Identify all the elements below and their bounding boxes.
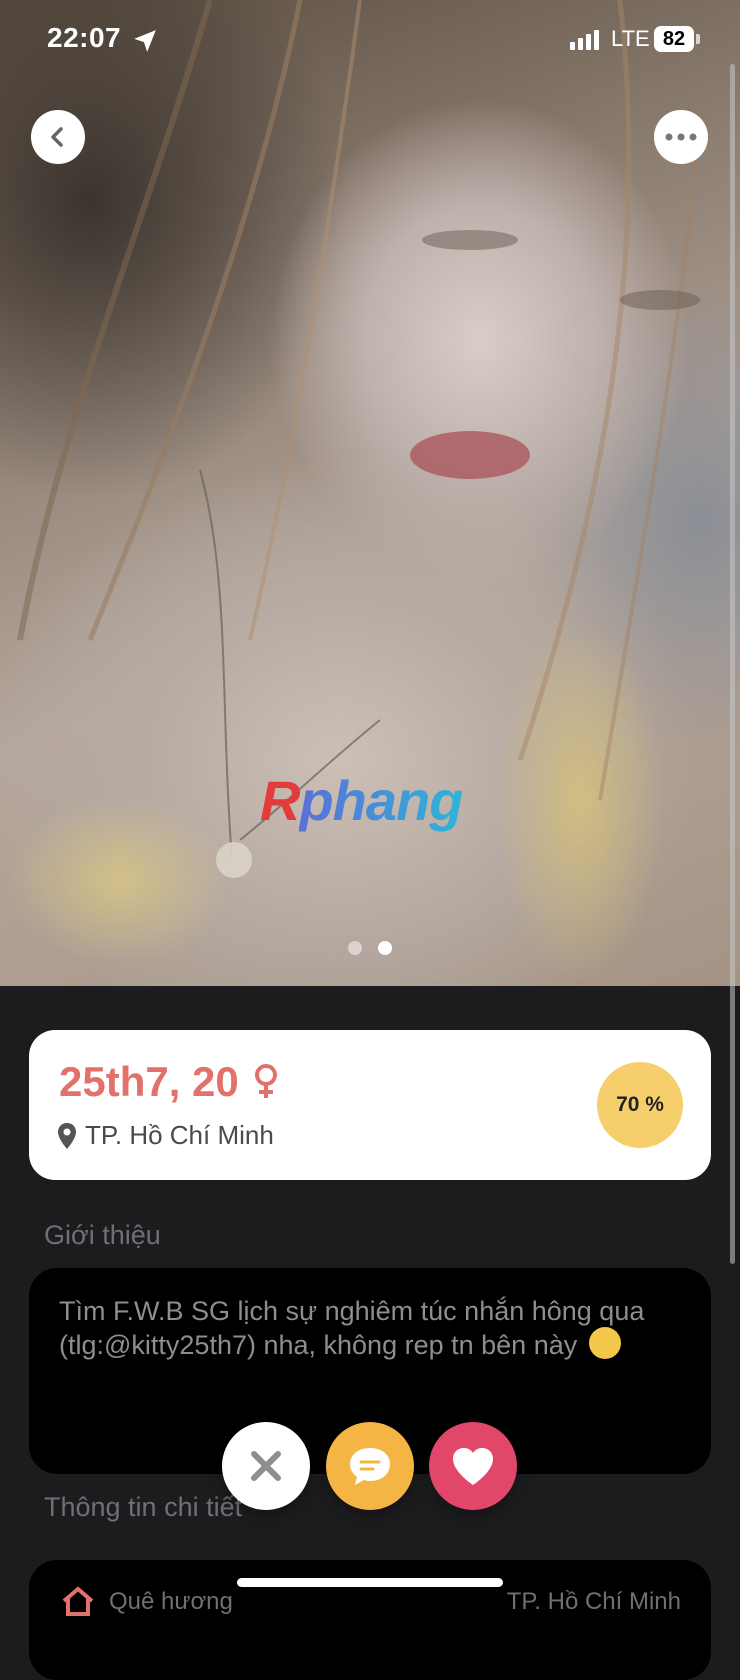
pleading-face-emoji-icon: [588, 1326, 621, 1359]
profile-name-age: 25th7, 20: [59, 1058, 239, 1105]
match-percent-badge: 70 %: [597, 1062, 683, 1148]
dislike-button[interactable]: [222, 1422, 310, 1510]
profile-name-row: 25th7, 20: [59, 1058, 279, 1106]
battery-tip: [696, 34, 700, 44]
chevron-left-icon: [51, 127, 63, 147]
intro-text-block: Tìm F.W.B SG lịch sự nghiêm túc nhắn hôn…: [59, 1294, 689, 1363]
like-button[interactable]: [429, 1422, 517, 1510]
status-time: 22:07: [47, 22, 122, 53]
heart-icon: [453, 1448, 493, 1485]
profile-location-row: TP. Hồ Chí Minh: [57, 1120, 274, 1151]
signal-icon: [570, 30, 599, 50]
female-gender-icon: [254, 1064, 277, 1098]
more-options-button[interactable]: [654, 110, 708, 164]
intro-text: Tìm F.W.B SG lịch sự nghiêm túc nhắn hôn…: [59, 1296, 645, 1360]
close-icon: [251, 1451, 281, 1481]
scrollbar[interactable]: [730, 64, 735, 1264]
profile-summary-card: 25th7, 20 TP. Hồ Chí Minh 70 %: [29, 1030, 711, 1180]
page-dot[interactable]: [348, 941, 362, 955]
location-arrow-icon: [134, 30, 156, 52]
hair-strands-decoration: [17, 0, 702, 878]
network-type: LTE: [611, 26, 650, 51]
chat-bubble-icon: [350, 1448, 390, 1485]
home-indicator[interactable]: [237, 1578, 503, 1587]
hometown-label: Quê hương: [109, 1588, 233, 1615]
page-dot-active[interactable]: [378, 941, 392, 955]
photo-page-indicator: [0, 941, 740, 955]
home-icon: [62, 1586, 94, 1616]
details-section-title: Thông tin chi tiết: [44, 1492, 243, 1522]
status-bar: 22:07 LTE 82: [0, 0, 740, 80]
profile-photo[interactable]: 22:07 LTE 82 Rphang: [0, 0, 740, 986]
message-button[interactable]: [326, 1422, 414, 1510]
location-pin-icon: [58, 1122, 76, 1149]
watermark-logo: Rphang: [260, 769, 463, 832]
hometown-value: TP. Hồ Chí Minh: [506, 1588, 681, 1615]
profile-location: TP. Hồ Chí Minh: [85, 1120, 274, 1150]
battery-indicator: 82: [654, 26, 694, 52]
ellipsis-icon: [665, 133, 697, 141]
back-button[interactable]: [31, 110, 85, 164]
intro-section-title: Giới thiệu: [44, 1220, 161, 1250]
